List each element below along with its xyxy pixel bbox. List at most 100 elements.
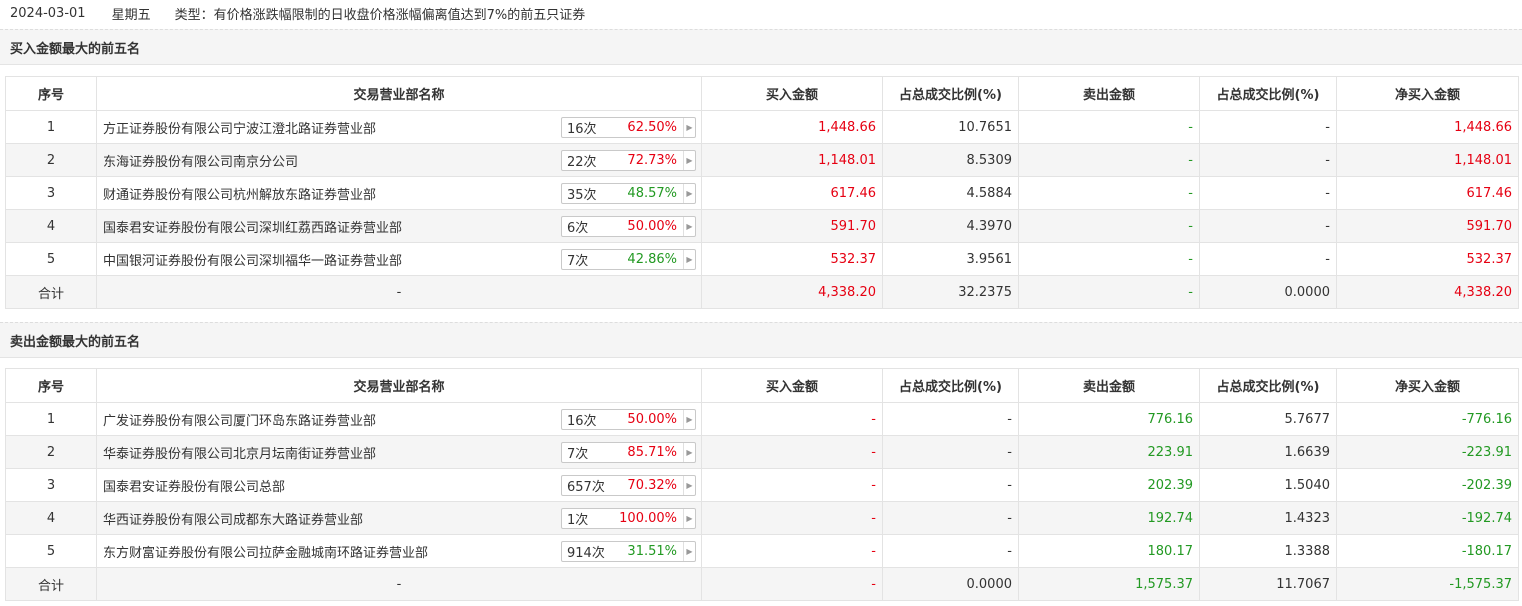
row-index: 5	[5, 242, 97, 276]
branch-name-link[interactable]: 国泰君安证券股份有限公司深圳红荔西路证券营业部	[103, 221, 402, 236]
chevron-right-icon: ▶	[683, 410, 695, 429]
success-rate: 100.00%	[619, 511, 677, 526]
table-row: 5 中国银河证券股份有限公司深圳福华一路证券营业部 7次 42.86% ▶ 532.37 3…	[5, 242, 1519, 276]
branch-name-link[interactable]: 方正证券股份有限公司宁波江澄北路证券营业部	[103, 122, 376, 137]
buy-amount: -	[701, 402, 883, 436]
buy-ratio: 8.5309	[882, 143, 1019, 177]
chevron-right-icon: ▶	[683, 151, 695, 170]
total-row: 合计 -4,338.20 32.2375-0.0000 4,338.20	[5, 275, 1519, 309]
branch-name-link[interactable]: 华泰证券股份有限公司北京月坛南街证券营业部	[103, 447, 376, 462]
table-header-row: 序号 交易营业部名称 买入金额 占总成交比例(%) 卖出金额 占总成交比例(%)…	[5, 76, 1519, 111]
table-row: 3 国泰君安证券股份有限公司总部 657次 70.32% ▶ - -202.39 1.5040…	[5, 468, 1519, 502]
branch-stats-button[interactable]: 16次 62.50% ▶	[561, 117, 696, 138]
col-header-buy-amount: 买入金额	[701, 76, 883, 111]
branch-name-link[interactable]: 东方财富证券股份有限公司拉萨金融城南环路证券营业部	[103, 546, 428, 561]
col-header-buy-ratio: 占总成交比例(%)	[882, 368, 1019, 403]
sell-amount: -	[1018, 143, 1200, 177]
success-rate: 42.86%	[627, 252, 677, 267]
branch-stats-button[interactable]: 7次 42.86% ▶	[561, 249, 696, 270]
branch-stats-button[interactable]: 22次 72.73% ▶	[561, 150, 696, 171]
branch-stats-button[interactable]: 6次 50.00% ▶	[561, 216, 696, 237]
chevron-right-icon: ▶	[683, 542, 695, 561]
sell-ratio: 1.3388	[1199, 534, 1337, 568]
buy-amount: 1,448.66	[701, 110, 883, 144]
total-sell-amount: 1,575.37	[1018, 567, 1200, 601]
success-rate: 50.00%	[627, 412, 677, 427]
branch-stats-button[interactable]: 16次 50.00% ▶	[561, 409, 696, 430]
buy-amount: -	[701, 501, 883, 535]
buy-ratio: 4.3970	[882, 209, 1019, 243]
appearance-count: 657次	[567, 480, 605, 495]
col-header-branch-name: 交易营业部名称	[96, 76, 702, 111]
appearance-count: 16次	[567, 122, 597, 137]
sell-amount: 776.16	[1018, 402, 1200, 436]
branch-name-link[interactable]: 中国银河证券股份有限公司深圳福华一路证券营业部	[103, 254, 402, 269]
branch-name-link[interactable]: 广发证券股份有限公司厦门环岛东路证券营业部	[103, 414, 376, 429]
branch-name-cell: 方正证券股份有限公司宁波江澄北路证券营业部 16次 62.50% ▶	[96, 110, 702, 144]
branch-name-cell: 国泰君安证券股份有限公司深圳红荔西路证券营业部 6次 50.00% ▶	[96, 209, 702, 243]
buy-ratio: 10.7651	[882, 110, 1019, 144]
total-label: 合计	[5, 567, 97, 601]
branch-name-link[interactable]: 华西证券股份有限公司成都东大路证券营业部	[103, 513, 363, 528]
branch-stats-button[interactable]: 914次 31.51% ▶	[561, 541, 696, 562]
sell-ratio: 5.7677	[1199, 402, 1337, 436]
sell-amount: -	[1018, 242, 1200, 276]
branch-stats-button[interactable]: 657次 70.32% ▶	[561, 475, 696, 496]
chevron-right-icon: ▶	[683, 118, 695, 137]
buy-amount: 1,148.01	[701, 143, 883, 177]
chevron-right-icon: ▶	[683, 476, 695, 495]
sell-ratio: 1.5040	[1199, 468, 1337, 502]
branch-name-cell: 华泰证券股份有限公司北京月坛南街证券营业部 7次 85.71% ▶	[96, 435, 702, 469]
total-buy-ratio: 0.0000	[882, 567, 1019, 601]
table-row: 2 华泰证券股份有限公司北京月坛南街证券营业部 7次 85.71% ▶ - -223.91 1…	[5, 435, 1519, 469]
col-header-sell-ratio: 占总成交比例(%)	[1199, 76, 1337, 111]
net-buy-amount: 591.70	[1336, 209, 1519, 243]
sell-ratio: 1.4323	[1199, 501, 1337, 535]
success-rate: 72.73%	[627, 153, 677, 168]
row-index: 1	[5, 110, 97, 144]
net-buy-amount: 617.46	[1336, 176, 1519, 210]
date-label: 2024-03-01	[10, 5, 86, 21]
buy-ratio: -	[882, 402, 1019, 436]
row-index: 4	[5, 501, 97, 535]
branch-stats-button[interactable]: 35次 48.57% ▶	[561, 183, 696, 204]
table-row: 3 财通证券股份有限公司杭州解放东路证券营业部 35次 48.57% ▶ 617.46 4.…	[5, 176, 1519, 210]
buy-amount: -	[701, 534, 883, 568]
appearance-count: 22次	[567, 155, 597, 170]
appearance-count: 914次	[567, 546, 605, 561]
net-buy-amount: -192.74	[1336, 501, 1519, 535]
buy-amount: -	[701, 435, 883, 469]
net-buy-amount: -223.91	[1336, 435, 1519, 469]
total-net-buy: 4,338.20	[1336, 275, 1519, 309]
branch-stats-button[interactable]: 1次 100.00% ▶	[561, 508, 696, 529]
col-header-branch-name: 交易营业部名称	[96, 368, 702, 403]
branch-name-cell: 中国银河证券股份有限公司深圳福华一路证券营业部 7次 42.86% ▶	[96, 242, 702, 276]
buy-top5-table: 序号 交易营业部名称 买入金额 占总成交比例(%) 卖出金额 占总成交比例(%)…	[5, 76, 1519, 309]
row-index: 5	[5, 534, 97, 568]
success-rate: 62.50%	[627, 120, 677, 135]
table-row: 4 国泰君安证券股份有限公司深圳红荔西路证券营业部 6次 50.00% ▶ 591.70 4…	[5, 209, 1519, 243]
sell-ratio: -	[1199, 143, 1337, 177]
sell-top5-table: 序号 交易营业部名称 买入金额 占总成交比例(%) 卖出金额 占总成交比例(%)…	[5, 368, 1519, 601]
branch-name-link[interactable]: 财通证券股份有限公司杭州解放东路证券营业部	[103, 188, 376, 203]
branch-stats-button[interactable]: 7次 85.71% ▶	[561, 442, 696, 463]
table-row: 2 东海证券股份有限公司南京分公司 22次 72.73% ▶ 1,148.01 8.5309…	[5, 143, 1519, 177]
appearance-count: 7次	[567, 447, 589, 462]
branch-name-link[interactable]: 国泰君安证券股份有限公司总部	[103, 480, 285, 495]
branch-name-cell: 华西证券股份有限公司成都东大路证券营业部 1次 100.00% ▶	[96, 501, 702, 535]
sell-ratio: -	[1199, 209, 1337, 243]
sell-amount: -	[1018, 110, 1200, 144]
sell-section-title: 卖出金额最大的前五名	[0, 322, 1522, 358]
total-sell-ratio: 11.7067	[1199, 567, 1337, 601]
appearance-count: 35次	[567, 188, 597, 203]
table-row: 1 广发证券股份有限公司厦门环岛东路证券营业部 16次 50.00% ▶ - -776.16…	[5, 402, 1519, 436]
row-index: 4	[5, 209, 97, 243]
col-header-sell-amount: 卖出金额	[1018, 76, 1200, 111]
sell-ratio: 1.6639	[1199, 435, 1337, 469]
buy-amount: 532.37	[701, 242, 883, 276]
net-buy-amount: 1,148.01	[1336, 143, 1519, 177]
buy-section-title: 买入金额最大的前五名	[0, 29, 1522, 65]
success-rate: 85.71%	[627, 445, 677, 460]
col-header-sell-ratio: 占总成交比例(%)	[1199, 368, 1337, 403]
branch-name-link[interactable]: 东海证券股份有限公司南京分公司	[103, 155, 298, 170]
